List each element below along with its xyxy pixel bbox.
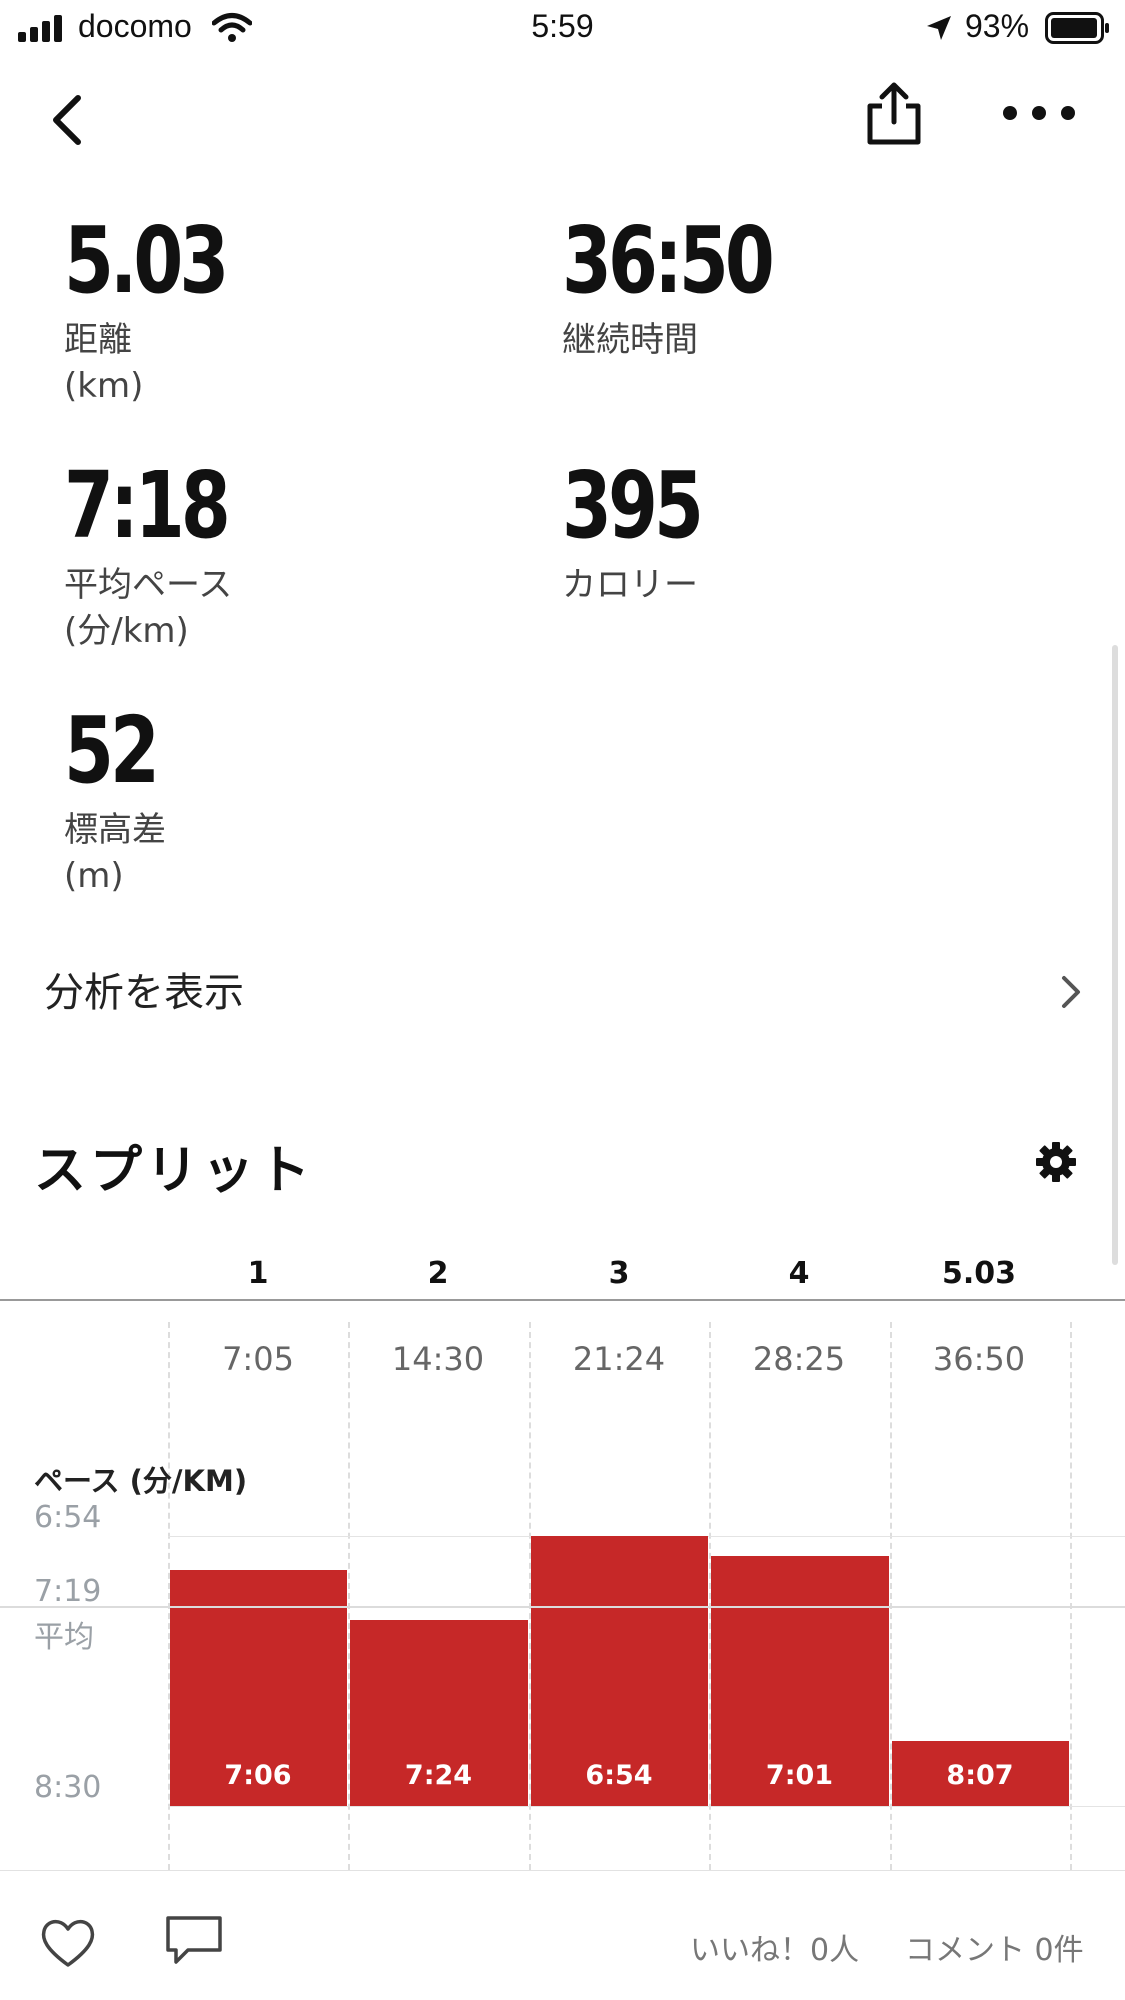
pace-bar-label: 6:54 <box>585 1760 653 1791</box>
stat-label: カロリー <box>562 565 698 605</box>
split-header: 3 <box>608 1256 630 1291</box>
stat-label: 標高差 <box>64 810 166 850</box>
stat-unit: (m) <box>64 856 124 896</box>
pace-bar-label: 7:06 <box>224 1760 292 1791</box>
y-label-bottom: 8:30 <box>34 1770 102 1805</box>
clock: 5:59 <box>531 8 594 44</box>
stat-avg-pace: 7:18 平均ペース (分/km) <box>64 460 273 654</box>
comment-icon <box>166 1916 222 1964</box>
comments-count[interactable]: コメント 0件 <box>905 1925 1084 1969</box>
y-label-average-text: 平均 <box>34 1620 94 1655</box>
column-divider <box>529 1322 531 1870</box>
stat-label: 距離 <box>64 320 132 360</box>
more-horizontal-icon <box>1003 106 1075 120</box>
pace-bar <box>350 1620 528 1806</box>
split-header: 5.03 <box>941 1256 1017 1291</box>
stat-elevation: 52 標高差 (m) <box>64 705 182 899</box>
battery-icon <box>1045 12 1109 44</box>
chart-gridline-bottom <box>168 1806 1125 1807</box>
stat-label: 継続時間 <box>562 320 698 360</box>
pace-chart-title: ペース (分/KM) <box>34 1464 248 1498</box>
cumulative-time: 14:30 <box>391 1340 485 1378</box>
split-header: 2 <box>427 1256 449 1291</box>
chevron-left-icon <box>53 95 81 145</box>
status-bar: docomo 5:59 93% <box>0 0 1125 56</box>
gear-icon <box>1036 1142 1076 1182</box>
battery-percentage: 93% <box>965 8 1030 44</box>
footer-divider <box>0 1870 1125 1871</box>
splits-header-divider <box>0 1299 1125 1301</box>
stat-distance: 5.03 距離 (km) <box>64 215 271 409</box>
split-header: 4 <box>788 1256 810 1291</box>
like-button[interactable] <box>38 1915 98 1971</box>
stat-unit: (km) <box>64 366 144 406</box>
average-pace-line <box>0 1606 1125 1609</box>
likes-count[interactable]: いいね！0人 <box>690 1925 859 1969</box>
stat-unit: (分/km) <box>64 611 189 651</box>
stat-value: 36:50 <box>562 207 775 314</box>
stat-calories: 395 カロリー <box>562 460 739 608</box>
show-analysis-label: 分析を表示 <box>44 970 244 1016</box>
column-divider <box>890 1322 892 1870</box>
scrollbar[interactable] <box>1112 645 1118 1265</box>
back-button[interactable] <box>40 88 100 152</box>
chart-gridline-top <box>168 1536 1125 1537</box>
pace-bar-label: 8:07 <box>946 1760 1014 1791</box>
show-analysis-row[interactable]: 分析を表示 <box>0 940 1110 1040</box>
pace-bar <box>711 1555 889 1806</box>
cumulative-time: 21:24 <box>572 1340 666 1378</box>
stat-value: 395 <box>562 452 704 559</box>
column-divider <box>168 1322 170 1870</box>
column-divider <box>348 1322 350 1870</box>
more-button[interactable] <box>1000 95 1078 131</box>
splits-settings-button[interactable] <box>1034 1140 1078 1184</box>
stat-value: 7:18 <box>64 452 231 559</box>
pace-bar-label: 7:01 <box>765 1760 834 1791</box>
stat-value: 5.03 <box>64 207 229 314</box>
y-label-top: 6:54 <box>34 1500 102 1535</box>
cumulative-time: 7:05 <box>222 1340 294 1378</box>
chevron-right-icon <box>1062 976 1080 1008</box>
share-icon <box>867 82 921 145</box>
column-divider <box>709 1322 711 1870</box>
splits-title: スプリット <box>34 1141 315 1201</box>
pace-bar <box>170 1569 347 1806</box>
pace-bar-label: 7:24 <box>404 1760 473 1791</box>
y-label-average: 7:19 <box>34 1574 102 1609</box>
pace-bar <box>531 1536 708 1806</box>
cumulative-time: 36:50 <box>932 1340 1026 1378</box>
location-arrow-icon <box>927 16 951 40</box>
cumulative-time: 28:25 <box>752 1340 846 1378</box>
stat-label: 平均ペース <box>64 565 233 605</box>
share-button[interactable] <box>862 80 926 150</box>
comment-button[interactable] <box>164 1912 224 1968</box>
split-header: 1 <box>247 1256 269 1291</box>
stat-duration: 36:50 継続時間 <box>562 215 830 363</box>
stat-value: 52 <box>64 697 160 804</box>
pace-bar <box>892 1741 1069 1806</box>
column-divider <box>1070 1322 1072 1870</box>
heart-icon <box>41 1919 95 1967</box>
